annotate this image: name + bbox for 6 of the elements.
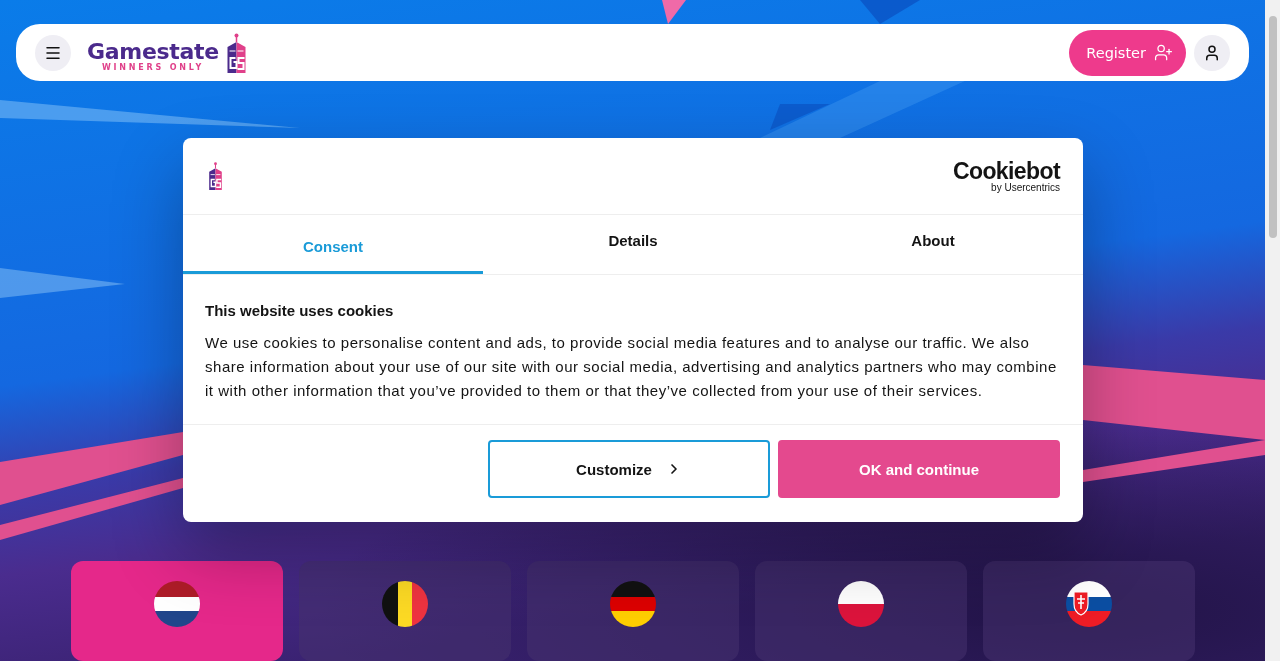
dialog-text: We use cookies to personalise content and ads, to provide social media features and to analyse our traffic. We also share information about your use of our site with our social media, advertising and analytics partners who may combine it with other information that you’ve provided to them or that they’ve collected from your use of their services. bbox=[205, 333, 1058, 401]
dialog-title: This website uses cookies bbox=[205, 302, 395, 320]
logo-tagline: WINNERS ONLY bbox=[101, 62, 205, 72]
logo-wordmark: Gamestate bbox=[87, 40, 219, 63]
brand-byline: by Usercentrics bbox=[991, 181, 1060, 193]
brand-name: Cookiebot bbox=[952, 159, 1060, 182]
